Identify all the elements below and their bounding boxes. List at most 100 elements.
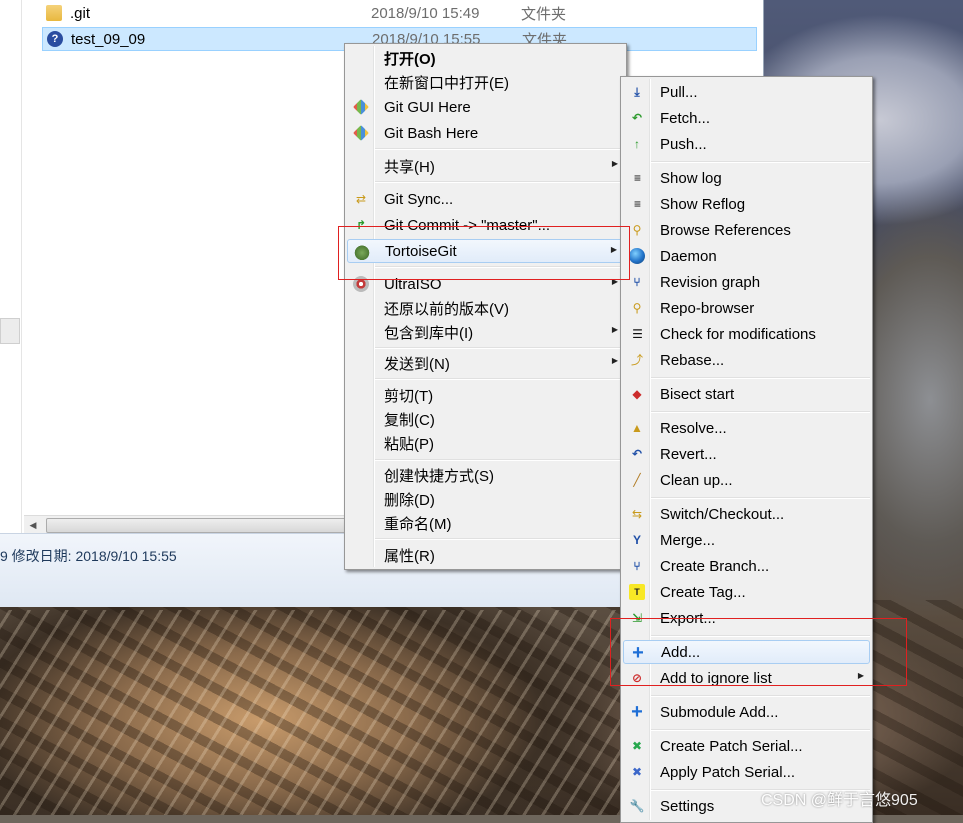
menu-separator [651,497,870,499]
file-type: 文件夹 [521,5,567,23]
menu-item-apply-patch-serial[interactable]: ✖ Apply Patch Serial... [623,760,870,784]
add-plus-icon: + [632,642,644,664]
menu-item-create-tag[interactable]: T Create Tag... [623,580,870,604]
menu-item-label: Show Reflog [660,195,746,213]
menu-item-label: Revert... [660,445,717,463]
menu-item-label: Create Tag... [660,583,746,601]
tortoisegit-submenu: ⤓ Pull... ↶ Fetch... ↑ Push... ≡ Show lo… [620,76,873,823]
menu-item-merge[interactable]: Y Merge... [623,528,870,552]
submodule-add-icon: + [631,701,643,723]
git-gui-icon [353,99,369,115]
menu-item-label: 共享(H) [384,158,435,176]
menu-item-label: 属性(R) [384,547,435,565]
menu-item-tortoisegit[interactable]: TortoiseGit ▶ [347,239,624,263]
menu-item-submodule-add[interactable]: + Submodule Add... [623,700,870,724]
menu-item-push[interactable]: ↑ Push... [623,132,870,156]
cat-whisker-texture [0,610,620,815]
pull-icon: ⤓ [634,85,640,99]
git-commit-icon: ↱ [355,218,367,232]
menu-item-pull[interactable]: ⤓ Pull... [623,80,870,104]
git-bash-icon [353,125,369,141]
menu-item-include-in-library[interactable]: 包含到库中(I) ▶ [347,320,624,344]
menu-item-label: 还原以前的版本(V) [384,300,509,318]
menu-item-open[interactable]: 打开(O) [347,46,624,70]
menu-item-label: Create Branch... [660,557,770,575]
menu-item-copy[interactable]: 复制(C) [347,407,624,431]
tortoisegit-icon [354,244,370,260]
menu-item-label: 粘贴(P) [384,435,434,453]
menu-item-daemon[interactable]: Daemon [623,244,870,268]
menu-item-clean-up[interactable]: ╱ Clean up... [623,468,870,492]
merge-icon: Y [632,533,641,547]
menu-item-label: 重命名(M) [384,515,452,533]
menu-item-ultraiso[interactable]: UltraISO ▶ [347,272,624,296]
rebase-icon: ⤴ [630,353,643,367]
menu-item-restore-previous[interactable]: 还原以前的版本(V) [347,296,624,320]
submenu-arrow-icon: ▶ [857,671,864,680]
navigation-pane [0,0,22,533]
menu-item-create-branch[interactable]: ⑂ Create Branch... [623,554,870,578]
menu-item-label: Create Patch Serial... [660,737,803,755]
menu-item-check-modifications[interactable]: ☰ Check for modifications [623,322,870,346]
git-repo-folder-icon: ? [47,31,63,47]
submenu-arrow-icon: ▶ [611,325,618,334]
menu-item-cut[interactable]: 剪切(T) [347,383,624,407]
create-branch-icon: ⑂ [633,559,641,573]
navigation-pane-scroll-knob[interactable] [0,318,20,344]
folder-icon [46,5,62,21]
menu-item-bisect-start[interactable]: ◆ Bisect start [623,382,870,406]
scroll-left-icon[interactable]: ◀ [24,516,42,534]
scrollbar-thumb[interactable] [46,518,348,533]
ultraiso-icon [353,276,369,292]
menu-item-git-commit[interactable]: ↱ Git Commit -> "master"... [347,213,624,237]
menu-item-label: Merge... [660,531,716,549]
menu-item-properties[interactable]: 属性(R) [347,543,624,567]
push-icon: ↑ [634,137,640,151]
menu-item-label: Settings [660,797,715,815]
menu-item-label: Export... [660,609,716,627]
cleanup-broom-icon: ╱ [633,473,641,487]
menu-item-rename[interactable]: 重命名(M) [347,511,624,535]
menu-item-open-new-window[interactable]: 在新窗口中打开(E) [347,70,624,94]
switch-checkout-icon: ⇆ [631,507,643,521]
menu-item-paste[interactable]: 粘贴(P) [347,431,624,455]
menu-item-switch-checkout[interactable]: ⇆ Switch/Checkout... [623,502,870,526]
file-name: .git [70,4,91,22]
submenu-arrow-icon: ▶ [610,245,617,254]
menu-item-revert[interactable]: ↶ Revert... [623,442,870,466]
menu-item-fetch[interactable]: ↶ Fetch... [623,106,870,130]
menu-item-label: Git Commit -> "master"... [384,216,551,234]
menu-item-git-gui-here[interactable]: Git GUI Here [347,95,624,119]
menu-item-label: Add... [661,643,701,661]
menu-item-add-to-ignore-list[interactable]: ⊘ Add to ignore list ▶ [623,666,870,690]
menu-item-label: Fetch... [660,109,711,127]
file-name: test_09_09 [71,30,146,48]
menu-item-rebase[interactable]: ⤴ Rebase... [623,348,870,372]
menu-item-label: UltraISO [384,275,442,293]
ignore-icon: ⊘ [631,671,643,685]
menu-item-export[interactable]: ⇲ Export... [623,606,870,630]
menu-item-revision-graph[interactable]: ⑂ Revision graph [623,270,870,294]
menu-item-show-reflog[interactable]: ≡ Show Reflog [623,192,870,216]
menu-item-send-to[interactable]: 发送到(N) ▶ [347,351,624,375]
csdn-watermark: CSDN @鲜于言悠905 [761,792,918,809]
menu-item-create-patch-serial[interactable]: ✖ Create Patch Serial... [623,734,870,758]
menu-item-label: 创建快捷方式(S) [384,467,494,485]
menu-item-show-log[interactable]: ≡ Show log [623,166,870,190]
menu-item-add[interactable]: + Add... [623,640,870,664]
menu-item-delete[interactable]: 删除(D) [347,487,624,511]
submenu-arrow-icon: ▶ [611,159,618,168]
menu-item-resolve[interactable]: ▲ Resolve... [623,416,870,440]
menu-item-share[interactable]: 共享(H) ▶ [347,154,624,178]
details-modified-date: 9 修改日期: 2018/9/10 15:55 [0,548,177,564]
menu-item-create-shortcut[interactable]: 创建快捷方式(S) [347,463,624,487]
menu-item-git-sync[interactable]: ⇄ Git Sync... [347,187,624,211]
file-row-git[interactable]: .git 2018/9/10 15:49 文件夹 [42,1,757,25]
menu-item-browse-references[interactable]: ⚲ Browse References [623,218,870,242]
menu-item-repo-browser[interactable]: ⚲ Repo-browser [623,296,870,320]
revision-graph-icon: ⑂ [633,275,641,289]
menu-separator [375,181,624,183]
repo-browser-icon: ⚲ [632,301,642,315]
menu-item-git-bash-here[interactable]: Git Bash Here [347,121,624,145]
menu-item-label: Resolve... [660,419,727,437]
